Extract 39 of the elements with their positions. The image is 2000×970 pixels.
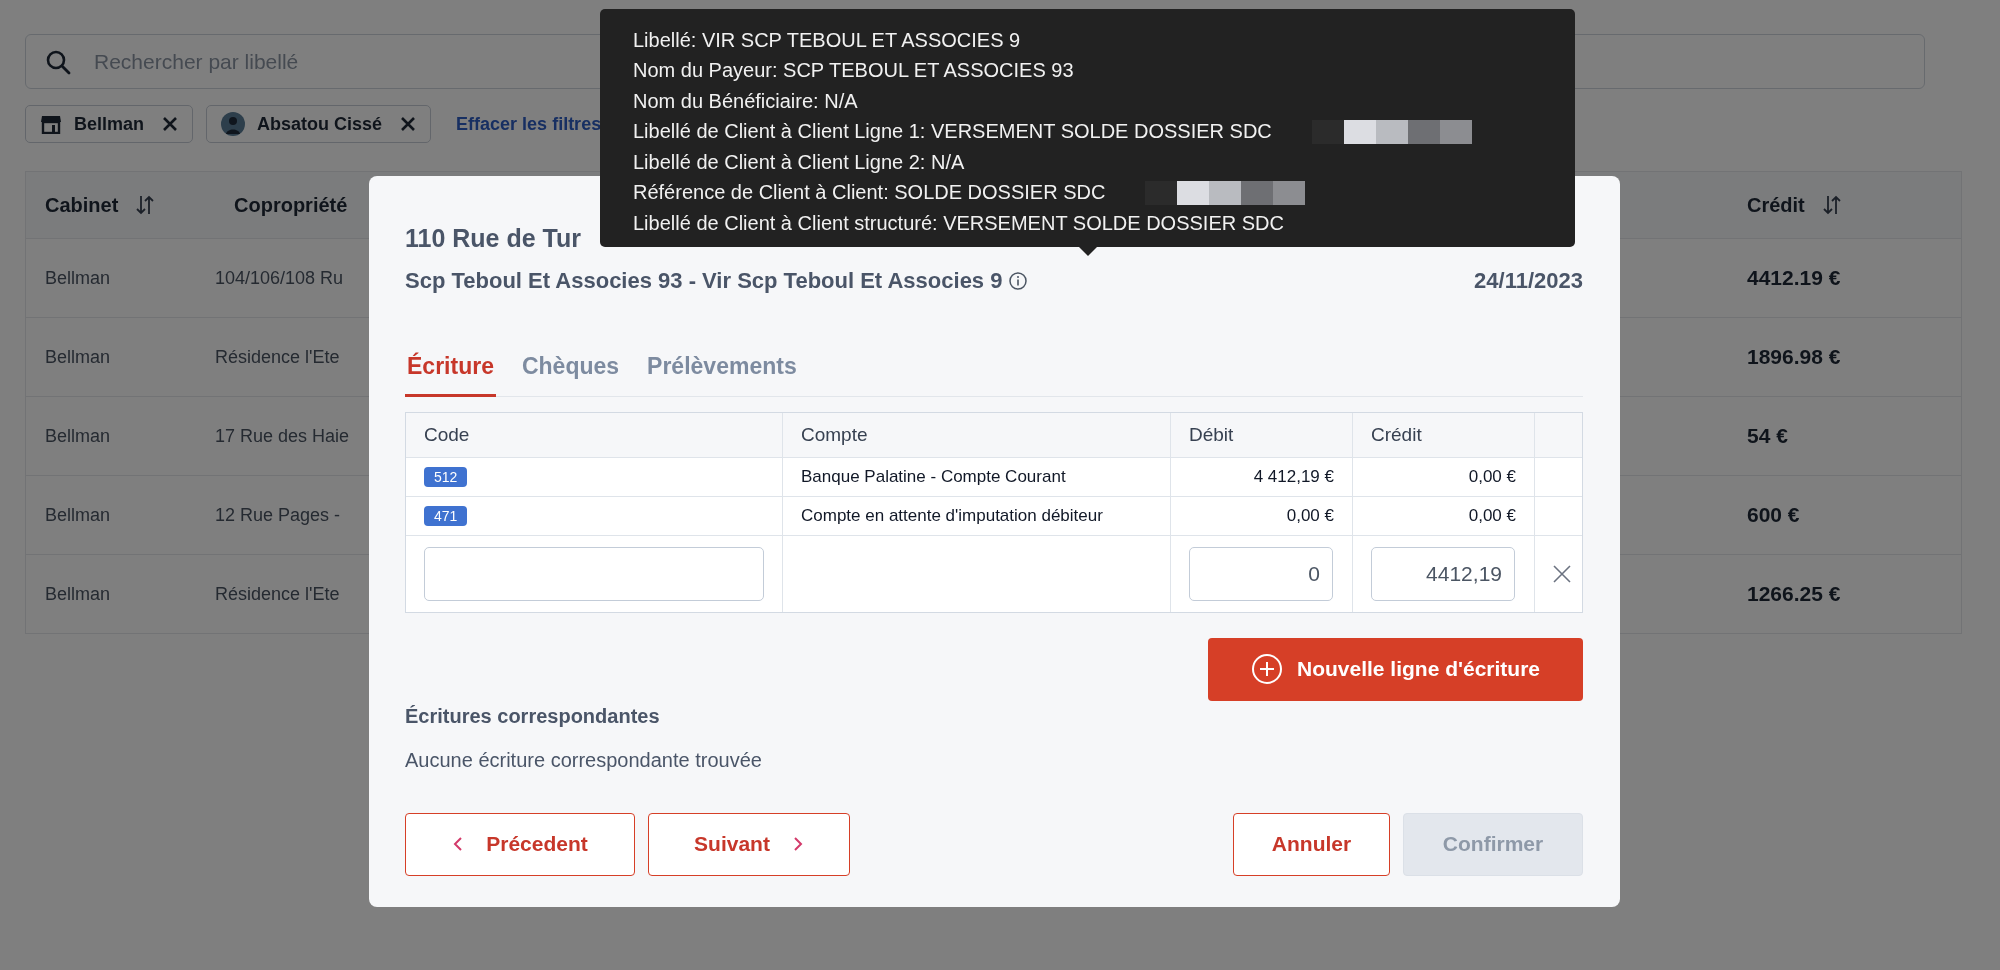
tooltip-line: Référence de Client à Client: SOLDE DOSSIER SDC <box>633 181 1106 205</box>
account-code-badge: 471 <box>424 505 468 526</box>
table-cell: Compte en attente d'imputation débiteur <box>782 496 1170 535</box>
table-cell: 0,00 € <box>1170 496 1352 535</box>
table-cell: 0,00 € <box>1352 496 1534 535</box>
table-cell: Résidence l'Ete <box>215 346 340 368</box>
account-code-badge: 512 <box>424 466 468 487</box>
tooltip-line: Libellé de Client à Client Ligne 2: N/A <box>633 150 965 174</box>
empty-message: Aucune écriture correspondante trouvée <box>405 748 763 772</box>
table-cell: 4 412,19 € <box>1170 457 1352 496</box>
table-cell: Banque Palatine - Compte Courant <box>782 457 1170 496</box>
table-cell-text: 1896.98 € <box>1746 345 1841 369</box>
table-cell-text: 600 € <box>1746 503 1800 527</box>
table-cell-text: Bellman <box>44 346 111 368</box>
table-cell-text: 54 € <box>1746 424 1788 448</box>
transaction-date: 24/11/2023 <box>1474 268 1583 294</box>
tooltip-line: Nom du Bénéficiaire: N/A <box>633 89 858 113</box>
tooltip-line: Libellé: VIR SCP TEBOUL ET ASSOCIES 9 <box>633 28 1021 52</box>
table-cell: Résidence l'Ete <box>215 583 340 605</box>
modal-title: 110 Rue de Tur <box>405 223 581 254</box>
table-cell-text: 1266.25 € <box>1746 582 1841 606</box>
tooltip-line: Nom du Payeur: SCP TEBOUL ET ASSOCIES 93 <box>633 59 1074 83</box>
column-header: Débit <box>1170 412 1352 457</box>
column-header: Crédit <box>1352 412 1534 457</box>
tooltip-line: Libellé de Client à Client structuré: VERSEMENT SOLDE DOSSIER SDC <box>633 211 1284 235</box>
table-cell: 17 Rue des Haie <box>215 425 350 447</box>
tooltip-line: Libellé de Client à Client Ligne 1: VERSEMENT SOLDE DOSSIER SDC <box>633 120 1272 144</box>
table-cell-text: Bellman <box>44 504 111 526</box>
table-cell: 12 Rue Pages - <box>215 504 341 526</box>
table-cell-text: Bellman <box>44 583 111 605</box>
transaction-label: Scp Teboul Et Associes 93 - Vir Scp Teboul Et Associes 9 <box>405 268 1003 294</box>
table-cell: 0,00 € <box>1352 457 1534 496</box>
table-cell-text: Bellman <box>44 267 111 289</box>
column-header: Code <box>423 422 471 447</box>
table-cell: 104/106/108 Ru <box>215 267 344 289</box>
column-header: Compte <box>782 412 1170 457</box>
section-heading: Écritures correspondantes <box>405 704 661 728</box>
table-cell-text: 4412.19 € <box>1746 266 1841 290</box>
table-cell-text: Bellman <box>44 425 111 447</box>
